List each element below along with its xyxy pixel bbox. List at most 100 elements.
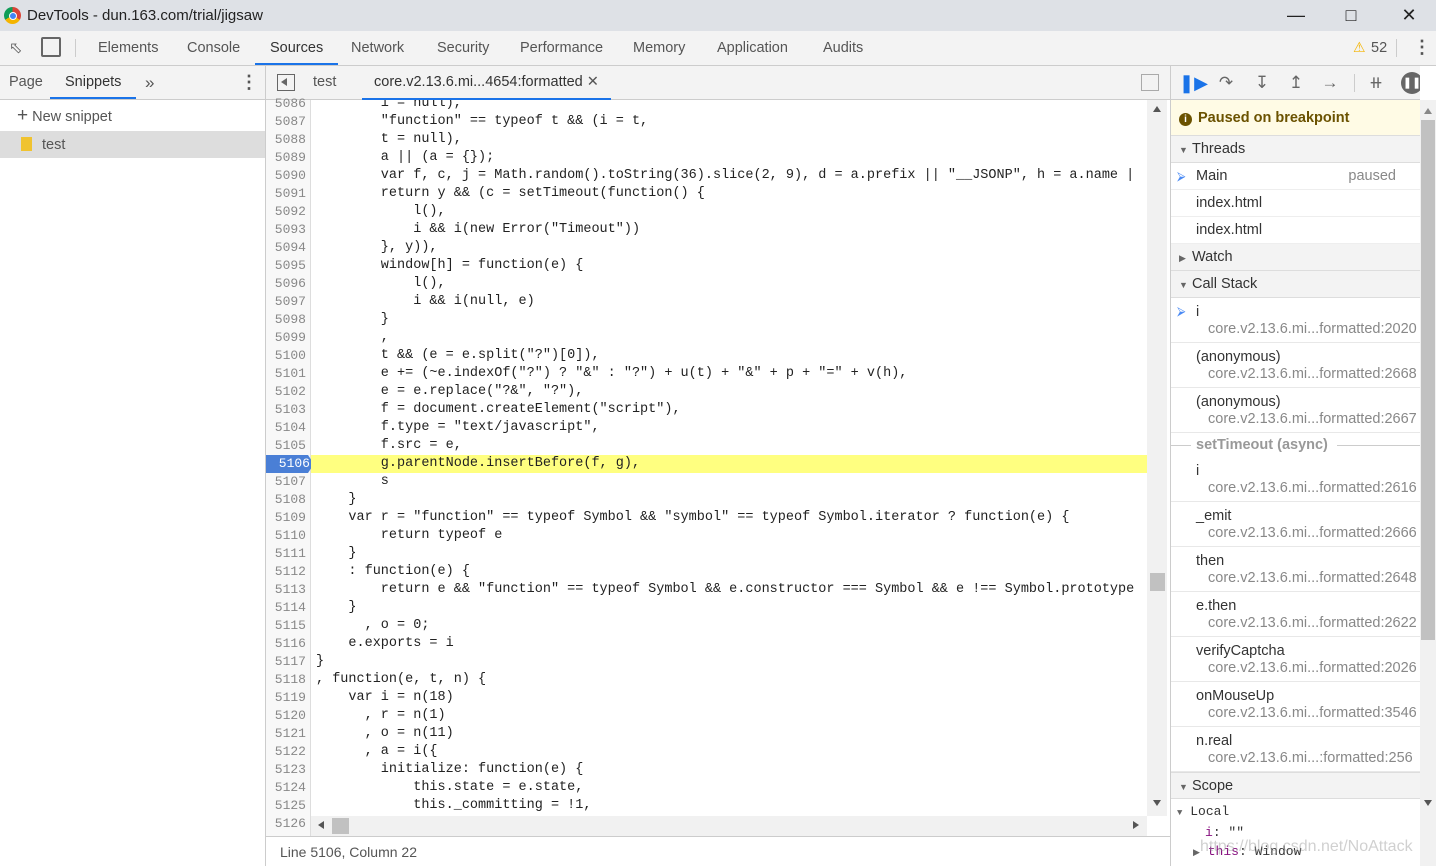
line-number[interactable]: 5086	[266, 95, 310, 113]
line-number[interactable]: 5125	[266, 797, 310, 815]
line-number[interactable]: 5119	[266, 689, 310, 707]
line-number[interactable]: 5117	[266, 653, 310, 671]
frame-location[interactable]: core.v2.13.6.mi...formatted:2616	[1196, 479, 1420, 497]
line-number[interactable]: 5105	[266, 437, 310, 455]
line-number[interactable]: 5089	[266, 149, 310, 167]
line-number[interactable]: 5110	[266, 527, 310, 545]
line-number[interactable]: 5118	[266, 671, 310, 689]
line-number[interactable]: 5115	[266, 617, 310, 635]
resume-icon[interactable]: ❚▶	[1179, 72, 1208, 94]
line-number[interactable]: 5103	[266, 401, 310, 419]
frame-location[interactable]: core.v2.13.6.mi...formatted:2648	[1196, 569, 1420, 587]
call-frame[interactable]: (anonymous) core.v2.13.6.mi...formatted:2…	[1171, 388, 1420, 433]
call-frame[interactable]: i core.v2.13.6.mi...formatted:2616	[1171, 457, 1420, 502]
scroll-up-icon[interactable]	[1424, 108, 1432, 114]
line-number[interactable]: 5097	[266, 293, 310, 311]
snippet-item[interactable]: test	[0, 132, 265, 158]
line-number[interactable]: 5126	[266, 815, 310, 833]
tab-audits[interactable]: Audits	[808, 31, 878, 65]
line-number[interactable]: 5113	[266, 581, 310, 599]
code-editor[interactable]: i = null), "function" == typeof t && (i …	[311, 100, 1147, 816]
toggle-navigator-icon[interactable]	[277, 74, 295, 91]
maximize-button[interactable]: □	[1328, 0, 1374, 31]
inspect-element-icon[interactable]: ⬁	[9, 38, 22, 58]
pause-on-exceptions-icon[interactable]: ❚❚	[1401, 72, 1420, 94]
frame-location[interactable]: core.v2.13.6.mi...formatted:2020	[1196, 320, 1420, 338]
tab-security[interactable]: Security	[422, 31, 504, 65]
navigator-menu-icon[interactable]: ⋮	[240, 66, 258, 99]
tab-memory[interactable]: Memory	[618, 31, 700, 65]
line-number[interactable]: 5096	[266, 275, 310, 293]
call-frame[interactable]: n.real core.v2.13.6.mi...:formatted:256	[1171, 727, 1420, 772]
scope-local[interactable]: ▼ Local	[1171, 799, 1420, 823]
line-number[interactable]: 5099	[266, 329, 310, 347]
call-frame[interactable]: verifyCaptcha core.v2.13.6.mi...formatted…	[1171, 637, 1420, 682]
editor-horizontal-scrollbar[interactable]	[311, 816, 1147, 836]
scope-section-header[interactable]: ▼ Scope	[1171, 772, 1420, 799]
deactivate-breakpoints-icon[interactable]: ⧺	[1365, 72, 1387, 94]
close-tab-icon[interactable]: ✕	[587, 74, 599, 90]
scroll-thumb[interactable]	[1150, 573, 1165, 591]
line-number[interactable]: 5123	[266, 761, 310, 779]
frame-location[interactable]: core.v2.13.6.mi...formatted:2622	[1196, 614, 1420, 632]
editor-tab-test[interactable]: test	[313, 66, 336, 99]
scroll-right-icon[interactable]	[1133, 821, 1139, 829]
line-number[interactable]: 5122	[266, 743, 310, 761]
line-number[interactable]: 5108	[266, 491, 310, 509]
thread-item[interactable]: index.html	[1171, 217, 1420, 244]
line-number[interactable]: 5120	[266, 707, 310, 725]
editor-tab-core[interactable]: core.v2.13.6.mi...4654:formatted ✕	[362, 66, 611, 100]
line-number[interactable]: 5109	[266, 509, 310, 527]
more-tabs-icon[interactable]: »	[145, 66, 154, 99]
scroll-thumb[interactable]	[1421, 120, 1435, 640]
call-frame[interactable]: e.then core.v2.13.6.mi...formatted:2622	[1171, 592, 1420, 637]
tab-snippets[interactable]: Snippets	[50, 66, 137, 99]
line-number[interactable]: 5114	[266, 599, 310, 617]
warning-count[interactable]: 52	[1371, 40, 1387, 56]
tab-elements[interactable]: Elements	[83, 31, 173, 65]
close-window-button[interactable]: ✕	[1386, 0, 1432, 31]
scroll-down-icon[interactable]	[1424, 800, 1432, 806]
tab-application[interactable]: Application	[702, 31, 803, 65]
scroll-thumb[interactable]	[332, 818, 349, 834]
new-snippet-button[interactable]: + New snippet	[0, 100, 265, 132]
scroll-left-icon[interactable]	[318, 821, 324, 829]
tab-network[interactable]: Network	[336, 31, 419, 65]
line-number[interactable]: 5111	[266, 545, 310, 563]
frame-location[interactable]: core.v2.13.6.mi...formatted:3546	[1196, 704, 1420, 722]
line-number[interactable]: 5101	[266, 365, 310, 383]
step-into-icon[interactable]: ↧	[1251, 72, 1273, 94]
line-number[interactable]: 5090	[266, 167, 310, 185]
tab-console[interactable]: Console	[172, 31, 255, 65]
tab-performance[interactable]: Performance	[505, 31, 618, 65]
thread-item[interactable]: index.html	[1171, 190, 1420, 217]
line-number[interactable]: 5088	[266, 131, 310, 149]
call-frame[interactable]: (anonymous) core.v2.13.6.mi...formatted:2…	[1171, 343, 1420, 388]
minimize-button[interactable]: —	[1273, 0, 1319, 31]
editor-vertical-scrollbar[interactable]	[1147, 100, 1167, 816]
line-number[interactable]: 5124	[266, 779, 310, 797]
call-frame[interactable]: ⮚ i core.v2.13.6.mi...formatted:2020	[1171, 298, 1420, 343]
line-number[interactable]: 5094	[266, 239, 310, 257]
tab-page[interactable]: Page	[9, 66, 43, 99]
toggle-debugger-icon[interactable]	[1141, 74, 1159, 91]
step-over-icon[interactable]: ↷	[1215, 72, 1237, 94]
line-number[interactable]: 5121	[266, 725, 310, 743]
scroll-down-icon[interactable]	[1153, 800, 1161, 806]
line-number[interactable]: 5100	[266, 347, 310, 365]
line-number[interactable]: 5107	[266, 473, 310, 491]
line-number[interactable]: 5093	[266, 221, 310, 239]
frame-location[interactable]: core.v2.13.6.mi...formatted:2667	[1196, 410, 1420, 428]
line-number[interactable]: 5104	[266, 419, 310, 437]
breakpoint-line-number[interactable]: 5106	[266, 455, 314, 473]
call-frame[interactable]: _emit core.v2.13.6.mi...formatted:2666	[1171, 502, 1420, 547]
tab-sources[interactable]: Sources	[255, 31, 339, 65]
frame-location[interactable]: core.v2.13.6.mi...formatted:2666	[1196, 524, 1420, 542]
line-number[interactable]: 5102	[266, 383, 310, 401]
call-frame[interactable]: onMouseUp core.v2.13.6.mi...formatted:354…	[1171, 682, 1420, 727]
step-out-icon[interactable]: ↥	[1285, 72, 1307, 94]
line-number[interactable]: 5092	[266, 203, 310, 221]
line-number[interactable]: 5095	[266, 257, 310, 275]
line-number[interactable]: 5091	[266, 185, 310, 203]
more-options-icon[interactable]: ⋮	[1413, 37, 1431, 58]
